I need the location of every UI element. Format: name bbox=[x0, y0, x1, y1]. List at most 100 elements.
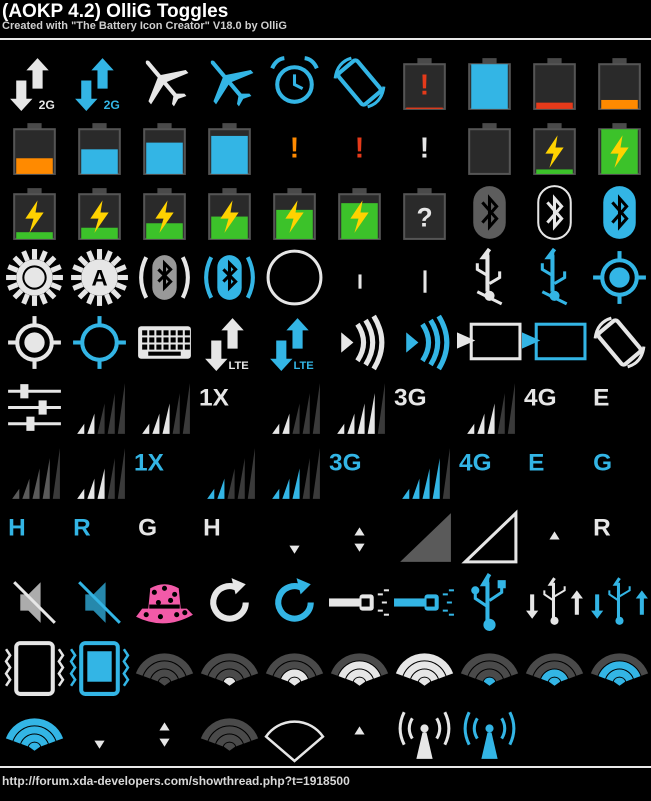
battery-empty-icon bbox=[457, 115, 522, 180]
flashlight-white-icon bbox=[327, 570, 392, 635]
signal-blue-2-icon bbox=[197, 440, 262, 505]
data-2g-white-icon: 2G bbox=[2, 50, 67, 115]
battery-charging-35-icon bbox=[132, 180, 197, 245]
signal-triangle-filled-icon bbox=[392, 505, 457, 570]
label-1x-blue-icon: 1X bbox=[132, 440, 197, 505]
svg-text:A: A bbox=[91, 266, 107, 291]
brightness-icon bbox=[2, 245, 67, 310]
data-lte-white-icon: LTE bbox=[197, 310, 262, 375]
svg-text:LTE: LTE bbox=[293, 360, 313, 372]
wifi-dark-icon bbox=[197, 700, 262, 765]
battery-alert-icon: ! bbox=[392, 50, 457, 115]
alert-red-icon: ! bbox=[327, 115, 392, 180]
airplane-white-icon bbox=[132, 50, 197, 115]
wifi-2-icon bbox=[262, 635, 327, 700]
signal-blue-3-icon bbox=[262, 440, 327, 505]
bottom-divider bbox=[0, 766, 651, 768]
small-bar-icon bbox=[327, 245, 392, 310]
wifi-0-icon bbox=[132, 635, 197, 700]
svg-text:G: G bbox=[138, 514, 157, 541]
vibrate-blue-icon bbox=[67, 635, 132, 700]
battery-charging-low-icon bbox=[522, 115, 587, 180]
svg-text:!: ! bbox=[290, 133, 299, 165]
battery-charging-80-icon bbox=[327, 180, 392, 245]
svg-text:3G: 3G bbox=[329, 449, 362, 476]
svg-text:2G: 2G bbox=[104, 98, 120, 112]
battery-unknown-icon: ? bbox=[392, 180, 457, 245]
label-4g-blue-icon: 4G bbox=[457, 440, 522, 505]
bluetooth-discoverable-blue-icon bbox=[197, 245, 262, 310]
vibrate-white-icon bbox=[2, 635, 67, 700]
signal-2-bars-b-icon bbox=[262, 375, 327, 440]
svg-text:!: ! bbox=[420, 133, 429, 165]
battery-charging-20-icon bbox=[67, 180, 132, 245]
arrow-up-small-b-icon bbox=[327, 700, 392, 765]
gps-white-icon bbox=[2, 310, 67, 375]
nfc-blue-icon bbox=[392, 310, 457, 375]
signal-triangle-outline-icon bbox=[457, 505, 522, 570]
battery-full-blue-icon bbox=[457, 50, 522, 115]
wifi-4-icon bbox=[392, 635, 457, 700]
sync-blue-icon bbox=[262, 570, 327, 635]
svg-text:G: G bbox=[593, 449, 612, 476]
signal-2-bars-icon bbox=[67, 375, 132, 440]
battery-low-orange-icon bbox=[587, 50, 651, 115]
battery-blue-high-icon bbox=[197, 115, 262, 180]
wifi-blue-1-icon bbox=[457, 635, 522, 700]
svg-text:4G: 4G bbox=[459, 449, 492, 476]
signal-3-bars-icon bbox=[132, 375, 197, 440]
battery-charging-10-icon bbox=[2, 180, 67, 245]
wifi-ap-white-icon bbox=[392, 700, 457, 765]
label-r-blue-icon: R bbox=[67, 505, 132, 570]
usb-tether-white-icon bbox=[457, 245, 522, 310]
battery-charging-full-icon bbox=[587, 115, 651, 180]
top-divider bbox=[0, 38, 651, 40]
bluetooth-outline-icon bbox=[522, 180, 587, 245]
battery-orange-icon bbox=[2, 115, 67, 180]
signal-4-bars-icon bbox=[327, 375, 392, 440]
svg-text:?: ? bbox=[416, 203, 432, 233]
svg-text:2G: 2G bbox=[39, 98, 55, 112]
alert-white-icon: ! bbox=[392, 115, 457, 180]
svg-text:R: R bbox=[73, 514, 91, 541]
signal-dark-3-icon bbox=[67, 440, 132, 505]
wifi-blue-4-icon bbox=[2, 700, 67, 765]
screencast-blue-icon bbox=[522, 310, 587, 375]
bluetooth-discoverable-white-icon bbox=[132, 245, 197, 310]
bluetooth-grey-icon bbox=[457, 180, 522, 245]
arrows-updown-b-icon bbox=[132, 700, 197, 765]
signal-blue-4-icon bbox=[392, 440, 457, 505]
alarm-icon bbox=[262, 50, 327, 115]
wifi-blue-3-icon bbox=[587, 635, 651, 700]
alert-orange-icon: ! bbox=[262, 115, 327, 180]
svg-text:H: H bbox=[8, 514, 26, 541]
label-h-white-icon: H bbox=[197, 505, 262, 570]
arrows-updown-icon bbox=[327, 505, 392, 570]
wifi-3-icon bbox=[327, 635, 392, 700]
arrow-down-small-icon bbox=[262, 505, 327, 570]
svg-text:!: ! bbox=[420, 70, 429, 102]
battery-blue-three-quarter-icon bbox=[132, 115, 197, 180]
svg-text:E: E bbox=[528, 449, 544, 476]
usb-arrows-blue-icon bbox=[587, 570, 651, 635]
sliders-icon bbox=[2, 375, 67, 440]
wifi-outline-icon bbox=[262, 700, 327, 765]
keyboard-icon bbox=[132, 310, 197, 375]
label-4g-white-icon: 4G bbox=[522, 375, 587, 440]
rotation-icon bbox=[327, 50, 392, 115]
arrow-up-small-icon bbox=[522, 505, 587, 570]
footer-link[interactable]: http://forum.xda-developers.com/showthre… bbox=[2, 774, 350, 788]
sound-muted-blue-icon bbox=[67, 570, 132, 635]
label-r-white-icon: R bbox=[587, 505, 651, 570]
gps-on-icon bbox=[587, 245, 651, 310]
svg-text:E: E bbox=[593, 384, 609, 411]
label-e-white-icon: E bbox=[587, 375, 651, 440]
gps-off-blue-icon bbox=[67, 310, 132, 375]
page-subtitle: Created with "The Battery Icon Creator" … bbox=[2, 20, 287, 32]
nfc-white-icon bbox=[327, 310, 392, 375]
wifi-ap-blue-icon bbox=[457, 700, 522, 765]
battery-charging-50-icon bbox=[197, 180, 262, 245]
airplane-blue-icon bbox=[197, 50, 262, 115]
icon-grid: 2G 2G ! !!! ? A LTE LTE 1X 3G 4G E 1X 3G… bbox=[0, 50, 651, 764]
label-3g-blue-icon: 3G bbox=[327, 440, 392, 505]
